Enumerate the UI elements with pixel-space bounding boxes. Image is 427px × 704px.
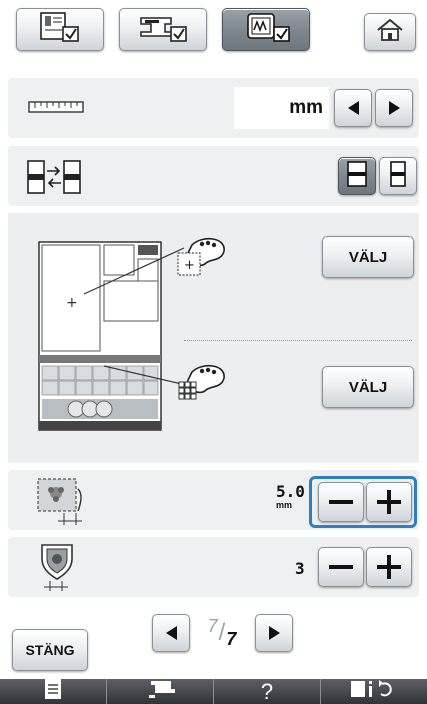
choose-thumbnail-label: VÄLJ	[348, 378, 388, 396]
sewing-settings-icon	[135, 10, 191, 49]
arrow-right-icon	[388, 101, 400, 115]
frame-distance-value: 5.0 mm	[276, 484, 305, 510]
home-icon	[375, 17, 405, 48]
close-label: STÄNG	[25, 642, 75, 658]
page-current: 7	[207, 615, 218, 636]
arrow-left-icon	[347, 101, 359, 115]
display-swap-icon	[26, 158, 82, 201]
choose-background-label: VÄLJ	[348, 248, 388, 266]
arrow-right-icon	[268, 626, 280, 640]
help-button[interactable]: ?	[214, 679, 321, 704]
sewing-machine-icon	[141, 679, 179, 704]
svg-text:+: +	[184, 258, 195, 273]
document-icon	[44, 678, 62, 704]
minus-icon	[329, 500, 353, 504]
help-icon: ?	[260, 678, 274, 704]
unit-prev-button[interactable]	[334, 89, 372, 127]
shield-distance-icon	[34, 541, 90, 598]
page-prev-button[interactable]	[152, 614, 190, 652]
shield-distance-row: 3	[8, 537, 419, 597]
frame-distance-increase-button[interactable]	[366, 482, 412, 522]
unit-value-field: mm	[234, 87, 329, 129]
settings-info-button[interactable]	[321, 679, 427, 704]
plus-icon	[377, 490, 401, 514]
manual-button[interactable]	[0, 679, 107, 704]
screen-image-section: + + VÄLJ VÄLJ	[8, 213, 419, 463]
home-button[interactable]	[364, 13, 416, 51]
shield-distance-value: 3	[295, 559, 305, 578]
frame-distance-unit: mm	[276, 501, 292, 510]
embroidery-frame-distance-icon	[34, 475, 90, 532]
display-option-1-button[interactable]	[338, 157, 376, 195]
choose-background-button[interactable]: VÄLJ	[322, 236, 414, 278]
section-divider	[184, 340, 412, 341]
machine-guide-button[interactable]	[107, 679, 214, 704]
arrow-left-icon	[165, 626, 177, 640]
ruler-icon	[28, 100, 84, 119]
frame-distance-number: 5.0	[276, 482, 305, 501]
display-layout-2-icon	[387, 160, 409, 193]
page-slash: /	[218, 619, 226, 646]
tab-utility-settings[interactable]	[16, 8, 104, 51]
units-row: mm	[8, 78, 419, 138]
thumbnail-color-palette-icon	[176, 362, 228, 411]
bottom-bar: ?	[0, 679, 427, 704]
close-button[interactable]: STÄNG	[12, 629, 88, 671]
plus-icon	[377, 555, 401, 579]
page-total: 7	[226, 628, 237, 649]
settings-info-icon	[349, 678, 399, 704]
frame-distance-row: 5.0 mm	[8, 470, 419, 530]
tab-sewing-settings[interactable]	[119, 8, 207, 51]
embroidery-settings-icon	[238, 10, 294, 49]
display-row	[8, 146, 419, 206]
page-next-button[interactable]	[255, 614, 293, 652]
shield-distance-decrease-button[interactable]	[318, 547, 364, 587]
tab-embroidery-settings[interactable]	[222, 8, 310, 51]
page-indicator: 7 / 7	[193, 612, 251, 654]
background-color-palette-icon: +	[176, 235, 228, 284]
frame-distance-decrease-button[interactable]	[318, 482, 364, 522]
utility-settings-icon	[37, 10, 83, 49]
display-layout-1-icon	[346, 160, 368, 193]
choose-thumbnail-button[interactable]: VÄLJ	[322, 366, 414, 408]
display-option-2-button[interactable]	[379, 157, 417, 195]
unit-value: mm	[289, 97, 323, 118]
minus-icon	[329, 565, 353, 569]
shield-distance-increase-button[interactable]	[366, 547, 412, 587]
unit-next-button[interactable]	[375, 89, 413, 127]
